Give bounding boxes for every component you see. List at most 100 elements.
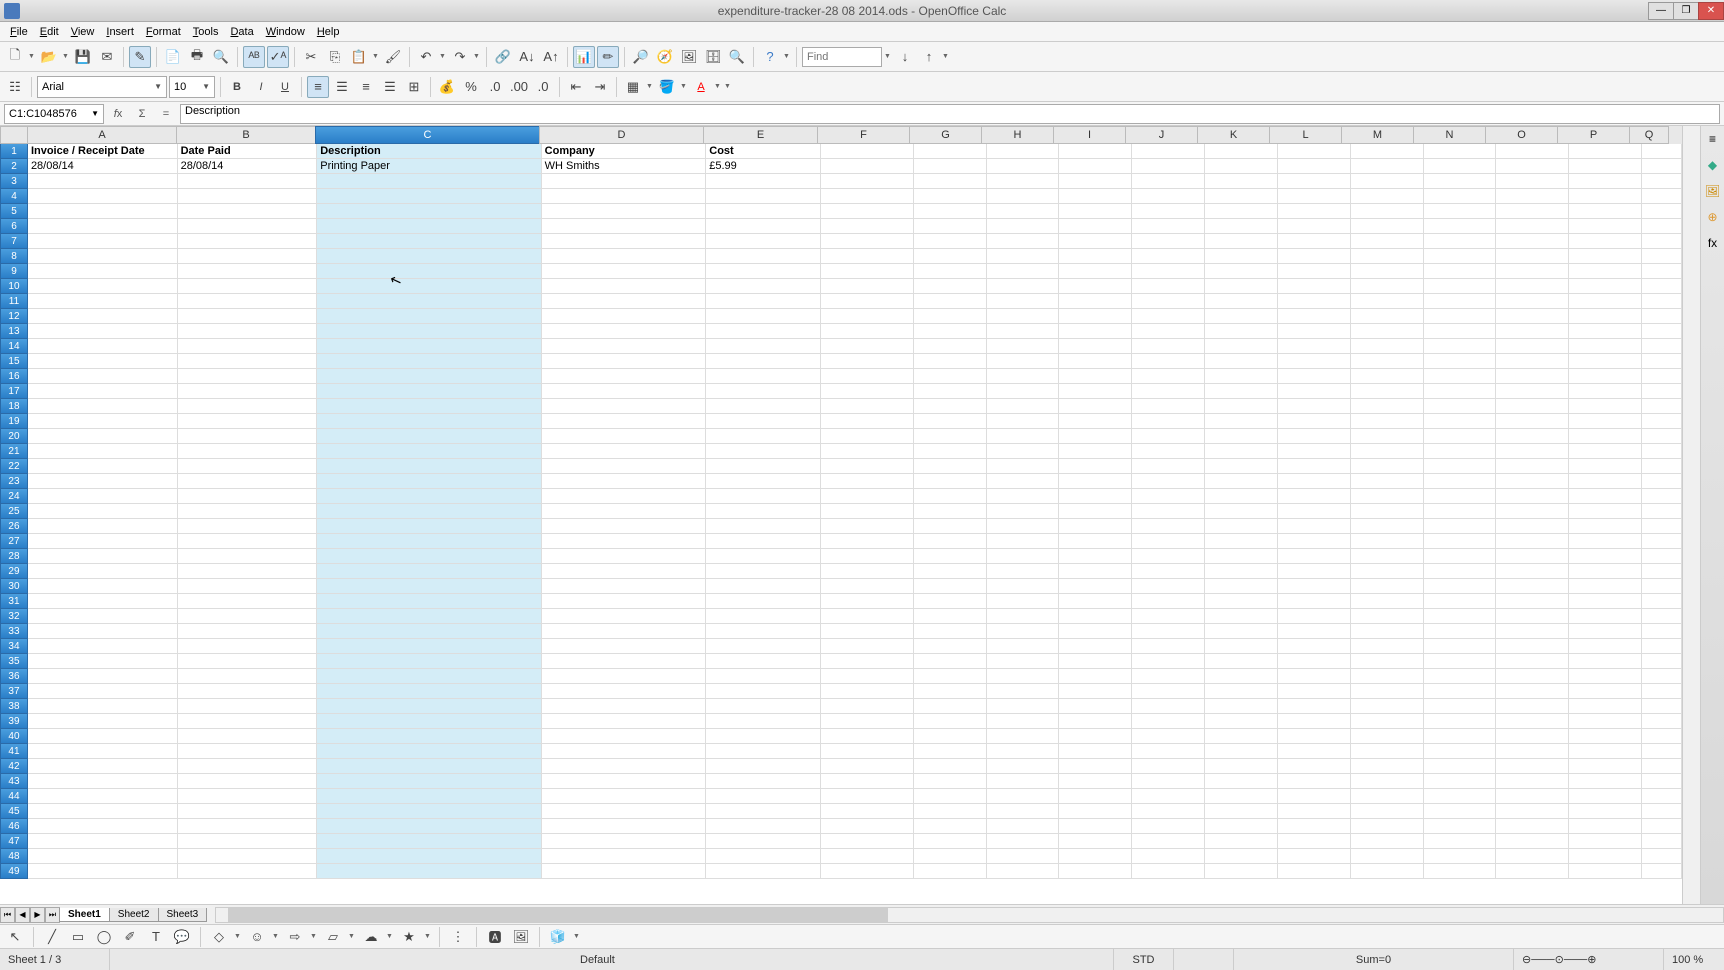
cell[interactable] bbox=[987, 729, 1060, 744]
cell[interactable] bbox=[1424, 249, 1497, 264]
col-header-B[interactable]: B bbox=[176, 126, 316, 144]
cell[interactable] bbox=[987, 849, 1060, 864]
cell[interactable] bbox=[542, 594, 707, 609]
cell[interactable] bbox=[1132, 699, 1205, 714]
cell[interactable] bbox=[1205, 519, 1278, 534]
cell[interactable] bbox=[914, 804, 987, 819]
cell[interactable] bbox=[1278, 159, 1351, 174]
row-header[interactable]: 36 bbox=[0, 668, 28, 684]
row-header[interactable]: 33 bbox=[0, 623, 28, 639]
cell[interactable] bbox=[1496, 849, 1569, 864]
bgcolor-icon[interactable]: 🪣 bbox=[656, 76, 678, 98]
cell[interactable] bbox=[1642, 474, 1682, 489]
callout-tool-icon[interactable]: 💬 bbox=[171, 926, 193, 948]
cell[interactable] bbox=[178, 774, 318, 789]
cell[interactable] bbox=[706, 264, 821, 279]
cell[interactable] bbox=[1351, 279, 1424, 294]
cell[interactable] bbox=[28, 684, 178, 699]
cell[interactable] bbox=[821, 369, 914, 384]
cell[interactable] bbox=[1642, 399, 1682, 414]
cell[interactable] bbox=[1278, 294, 1351, 309]
cell[interactable] bbox=[1351, 819, 1424, 834]
cell[interactable] bbox=[1642, 819, 1682, 834]
cell[interactable] bbox=[1351, 549, 1424, 564]
cell[interactable] bbox=[914, 444, 987, 459]
cell[interactable] bbox=[987, 564, 1060, 579]
cell[interactable] bbox=[987, 339, 1060, 354]
cell[interactable] bbox=[28, 429, 178, 444]
cell[interactable] bbox=[317, 549, 541, 564]
cell[interactable] bbox=[1351, 339, 1424, 354]
cell[interactable] bbox=[706, 609, 821, 624]
cell[interactable] bbox=[706, 474, 821, 489]
cell[interactable] bbox=[1642, 504, 1682, 519]
cell[interactable] bbox=[1496, 279, 1569, 294]
callout-shapes-icon[interactable]: ☁ bbox=[360, 926, 382, 948]
select-all-corner[interactable] bbox=[0, 126, 28, 144]
cell[interactable] bbox=[1132, 204, 1205, 219]
cell[interactable] bbox=[178, 639, 318, 654]
cell[interactable]: Cost bbox=[706, 144, 821, 159]
cell[interactable] bbox=[1059, 819, 1132, 834]
row-header[interactable]: 4 bbox=[0, 188, 28, 204]
cell[interactable] bbox=[1569, 714, 1642, 729]
cell[interactable] bbox=[28, 399, 178, 414]
cell[interactable] bbox=[1059, 864, 1132, 879]
cell[interactable] bbox=[1351, 519, 1424, 534]
cell[interactable] bbox=[317, 864, 541, 879]
cell[interactable] bbox=[28, 534, 178, 549]
cell[interactable] bbox=[1132, 609, 1205, 624]
row-header[interactable]: 46 bbox=[0, 818, 28, 834]
cell[interactable] bbox=[1278, 819, 1351, 834]
cell[interactable] bbox=[821, 144, 914, 159]
cell[interactable] bbox=[1351, 669, 1424, 684]
cell[interactable] bbox=[1424, 294, 1497, 309]
cell[interactable] bbox=[987, 819, 1060, 834]
cell[interactable] bbox=[28, 369, 178, 384]
cell[interactable] bbox=[914, 699, 987, 714]
cell[interactable] bbox=[178, 309, 318, 324]
cell[interactable] bbox=[1642, 699, 1682, 714]
cell[interactable] bbox=[987, 594, 1060, 609]
cell[interactable] bbox=[1205, 714, 1278, 729]
cell[interactable] bbox=[178, 804, 318, 819]
cell[interactable] bbox=[821, 834, 914, 849]
cell[interactable] bbox=[178, 594, 318, 609]
cell[interactable] bbox=[542, 474, 707, 489]
cell[interactable] bbox=[178, 714, 318, 729]
cell[interactable] bbox=[821, 654, 914, 669]
cell[interactable] bbox=[706, 849, 821, 864]
cell[interactable] bbox=[987, 249, 1060, 264]
cell[interactable] bbox=[317, 504, 541, 519]
cell[interactable] bbox=[1496, 654, 1569, 669]
cell[interactable] bbox=[1642, 339, 1682, 354]
cell[interactable] bbox=[178, 849, 318, 864]
cell[interactable] bbox=[914, 624, 987, 639]
cell[interactable] bbox=[1496, 204, 1569, 219]
cell[interactable] bbox=[1642, 564, 1682, 579]
row-header[interactable]: 43 bbox=[0, 773, 28, 789]
cell[interactable] bbox=[914, 564, 987, 579]
cell[interactable] bbox=[1424, 264, 1497, 279]
cell[interactable] bbox=[987, 279, 1060, 294]
align-right-icon[interactable]: ≡ bbox=[355, 76, 377, 98]
cell[interactable] bbox=[914, 219, 987, 234]
cell[interactable] bbox=[1278, 834, 1351, 849]
cell[interactable] bbox=[1205, 294, 1278, 309]
cell[interactable] bbox=[1496, 309, 1569, 324]
cell[interactable] bbox=[1642, 309, 1682, 324]
cell[interactable] bbox=[1496, 414, 1569, 429]
find-replace-icon[interactable]: 🔎 bbox=[630, 46, 652, 68]
cell[interactable] bbox=[1278, 579, 1351, 594]
row-header[interactable]: 16 bbox=[0, 368, 28, 384]
cell[interactable] bbox=[1496, 549, 1569, 564]
cell[interactable] bbox=[821, 564, 914, 579]
cell[interactable] bbox=[1642, 534, 1682, 549]
cell[interactable] bbox=[1351, 384, 1424, 399]
cell[interactable] bbox=[1059, 159, 1132, 174]
cell[interactable] bbox=[1424, 279, 1497, 294]
row-header[interactable]: 48 bbox=[0, 848, 28, 864]
function-icon[interactable]: = bbox=[156, 104, 176, 124]
cell[interactable] bbox=[317, 609, 541, 624]
cell[interactable] bbox=[178, 684, 318, 699]
